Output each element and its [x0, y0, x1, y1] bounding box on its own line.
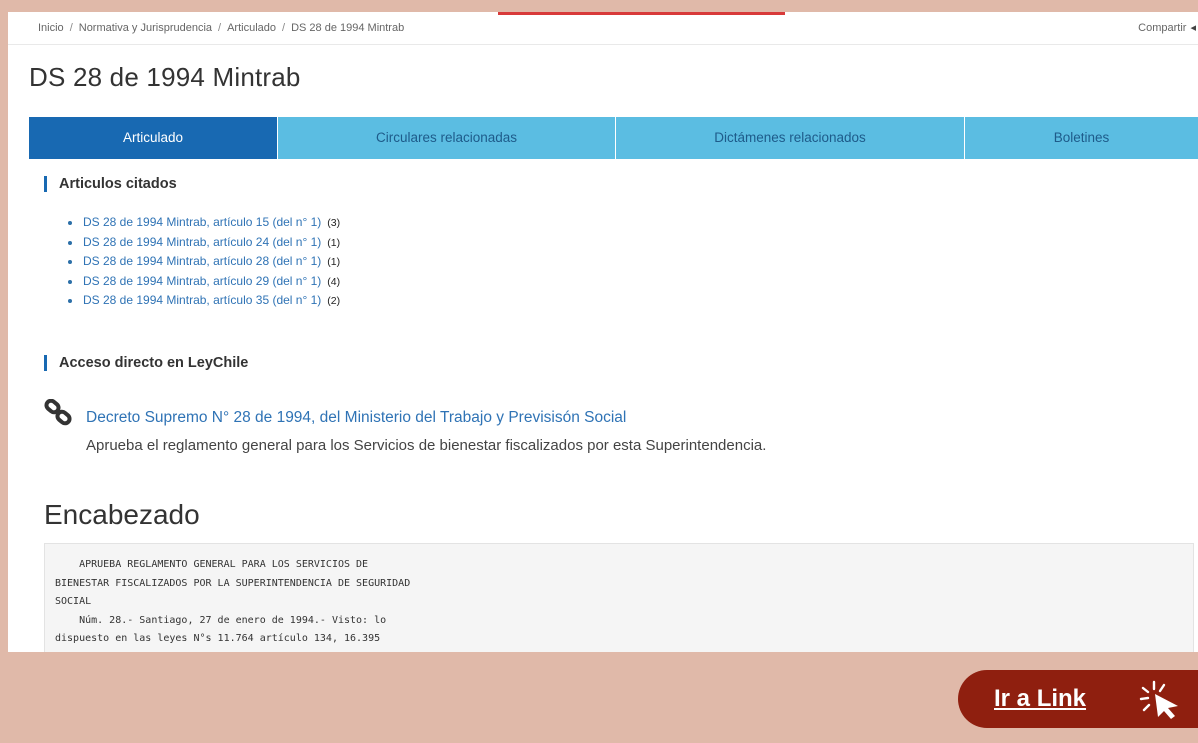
share-icon: ◂ [1190, 22, 1196, 34]
encabezado-text-block: APRUEBA REGLAMENTO GENERAL PARA LOS SERV… [44, 543, 1194, 652]
breadcrumb-separator: / [282, 22, 286, 34]
leychile-description: Aprueba el reglamento general para los S… [86, 437, 767, 454]
article-count: (1) [327, 236, 341, 249]
tab-boletines[interactable]: Boletines [964, 117, 1198, 159]
cta-label: Ir a Link [994, 685, 1087, 712]
breadcrumb: Inicio / Normativa y Jurisprudencia / Articu… [8, 12, 1198, 45]
ir-a-link-button[interactable]: Ir a Link [958, 670, 1198, 728]
breadcrumb-separator: / [69, 22, 73, 34]
chain-link-icon [44, 399, 72, 426]
article-count: (3) [327, 217, 341, 229]
article-link[interactable]: DS 28 de 1994 Mintrab, artículo 28 (del … [83, 254, 321, 268]
leychile-link[interactable]: Decreto Supremo N° 28 de 1994, del Minis… [86, 409, 626, 427]
tab-articulado[interactable]: Articulado [29, 117, 277, 159]
breadcrumb-item-inicio[interactable]: Inicio [38, 22, 64, 34]
list-item: DS 28 de 1994 Mintrab, artículo 24 (del … [66, 233, 340, 253]
tab-circulares[interactable]: Circulares relacionadas [277, 117, 615, 159]
articulos-heading: Articulos citados [44, 176, 177, 192]
article-link[interactable]: DS 28 de 1994 Mintrab, artículo 35 (del … [83, 293, 321, 307]
leychile-heading: Acceso directo en LeyChile [44, 355, 248, 371]
breadcrumb-item-normativa[interactable]: Normativa y Jurisprudencia [79, 22, 212, 34]
articles-list: DS 28 de 1994 Mintrab, artículo 15 (del … [66, 213, 340, 311]
article-count: (1) [327, 256, 341, 268]
article-count: (4) [327, 275, 341, 288]
breadcrumb-item-current: DS 28 de 1994 Mintrab [291, 22, 405, 34]
share-button[interactable]: Compartir ◂ [1138, 12, 1198, 45]
encabezado-heading: Encabezado [44, 499, 200, 530]
browser-screenshot: Inicio / Normativa y Jurisprudencia / Articu… [8, 12, 1198, 652]
cursor-click-icon [1139, 680, 1178, 719]
list-item: DS 28 de 1994 Mintrab, artículo 28 (del … [66, 252, 340, 272]
tab-dictamenes[interactable]: Dictámenes relacionados [615, 117, 964, 159]
tab-bar: Articulado Circulares relacionadas Dictá… [29, 117, 1198, 159]
breadcrumb-item-articulado[interactable]: Articulado [227, 22, 276, 34]
breadcrumb-separator: / [218, 22, 222, 34]
share-label: Compartir [1138, 22, 1187, 34]
page-title: DS 28 de 1994 Mintrab [29, 62, 301, 92]
article-link[interactable]: DS 28 de 1994 Mintrab, artículo 15 (del … [83, 215, 321, 229]
list-item: DS 28 de 1994 Mintrab, artículo 35 (del … [66, 291, 340, 311]
article-count: (2) [327, 295, 341, 307]
list-item: DS 28 de 1994 Mintrab, artículo 15 (del … [66, 213, 340, 233]
article-link[interactable]: DS 28 de 1994 Mintrab, artículo 29 (del … [83, 274, 321, 288]
list-item: DS 28 de 1994 Mintrab, artículo 29 (del … [66, 272, 340, 292]
article-link[interactable]: DS 28 de 1994 Mintrab, artículo 24 (del … [83, 235, 321, 249]
